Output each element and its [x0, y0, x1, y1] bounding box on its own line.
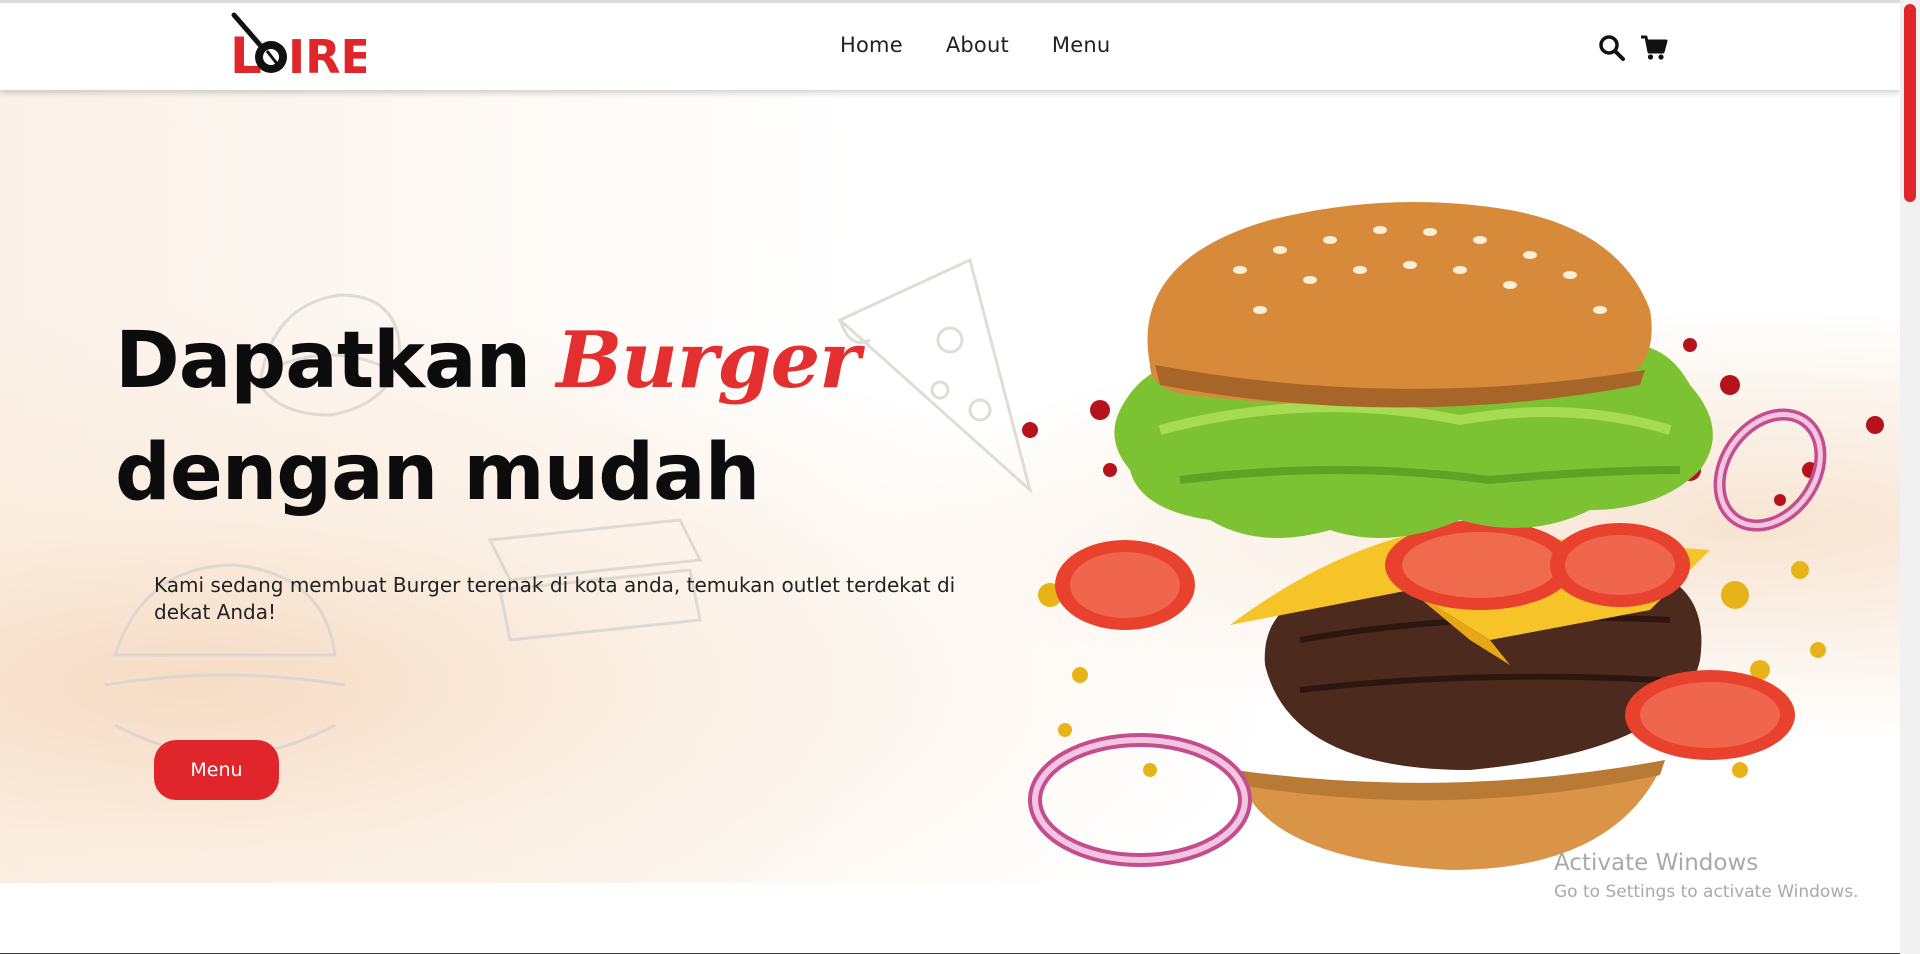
- nav-actions: [1598, 34, 1668, 62]
- page: L IRE Home About Menu Dapatkan Burger de…: [0, 0, 1900, 954]
- nav-link-home[interactable]: Home: [840, 33, 903, 57]
- hero-description: Kami sedang membuat Burger terenak di ko…: [154, 573, 956, 624]
- menu-button[interactable]: Menu: [154, 740, 279, 800]
- nav-link-menu[interactable]: Menu: [1052, 33, 1110, 57]
- search-icon[interactable]: [1598, 34, 1626, 62]
- nav-link-about[interactable]: About: [946, 33, 1009, 57]
- burger-image: [1022, 202, 1884, 870]
- hero-title-accent: Burger: [556, 315, 860, 406]
- svg-text:IRE: IRE: [288, 30, 366, 77]
- watermark-subtitle: Go to Settings to activate Windows.: [1554, 882, 1859, 902]
- hero-title: Dapatkan Burger dengan mudah: [115, 305, 1015, 529]
- cart-icon[interactable]: [1640, 34, 1668, 62]
- windows-activation-watermark: Activate Windows Go to Settings to activ…: [1554, 850, 1859, 902]
- main-nav: Home About Menu: [840, 33, 1153, 57]
- logo[interactable]: L IRE: [226, 11, 372, 85]
- navbar: L IRE Home About Menu: [0, 3, 1900, 90]
- logo-graphic: L IRE: [230, 12, 372, 85]
- scrollbar-thumb[interactable]: [1904, 4, 1916, 202]
- watermark-title: Activate Windows: [1554, 850, 1759, 876]
- page-scrollbar[interactable]: [1900, 0, 1920, 954]
- hero-section: Dapatkan Burger dengan mudah Kami sedang…: [0, 90, 1900, 883]
- hero-title-part1: Dapatkan: [115, 316, 531, 406]
- hero-title-part2: dengan mudah: [115, 428, 760, 518]
